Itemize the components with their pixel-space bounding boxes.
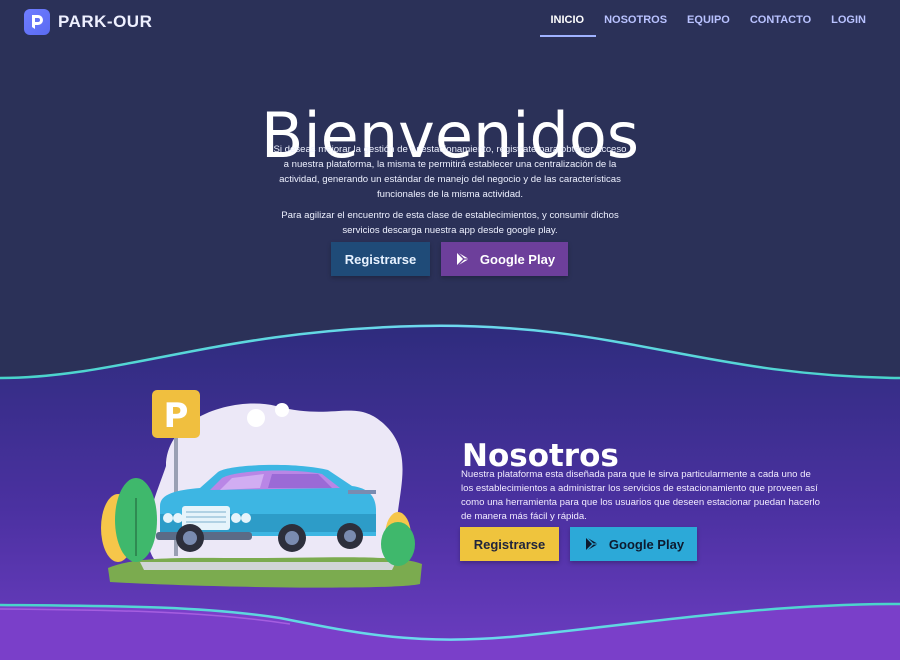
top-navbar: PARK-OUR INICIO NOSOTROS EQUIPO CONTACTO… [0,0,900,44]
nav-item-inicio[interactable]: INICIO [540,0,596,37]
brand-logo[interactable]: PARK-OUR [24,9,152,35]
nav-item-equipo[interactable]: EQUIPO [687,0,730,36]
about-register-label: Registrarse [473,536,546,552]
hero-google-play-button[interactable]: Google Play [441,242,568,276]
nav-item-login[interactable]: LOGIN [831,0,866,36]
chat-bubble-p-icon [24,9,50,35]
brand-name: PARK-OUR [58,12,153,31]
hero-google-play-label: Google Play [479,251,556,267]
hero-paragraph-1: Si deseas mejorar la gestión de tu estac… [273,143,627,200]
google-play-icon [585,536,598,552]
landing-page: PARK-OUR INICIO NOSOTROS EQUIPO CONTACTO… [0,0,900,660]
about-text: Nuestra plataforma esta diseñada para qu… [461,468,820,522]
google-play-icon [456,251,469,267]
nav-item-contacto[interactable]: CONTACTO [750,0,811,36]
main-menu: INICIO NOSOTROS EQUIPO CONTACTO LOGIN [530,0,866,37]
hero-paragraph-2: Para agilizar el encuentro de esta clase… [281,209,619,236]
about-register-button[interactable]: Registrarse [460,527,559,561]
about-google-play-label: Google Play [608,536,685,552]
hero-register-button[interactable]: Registrarse [331,242,430,276]
hero-register-label: Registrarse [344,251,417,267]
parking-sign-letter: P [164,396,189,436]
nav-item-nosotros[interactable]: NOSOTROS [604,0,667,36]
about-google-play-button[interactable]: Google Play [570,527,697,561]
parking-car-illustration: P [101,390,422,588]
